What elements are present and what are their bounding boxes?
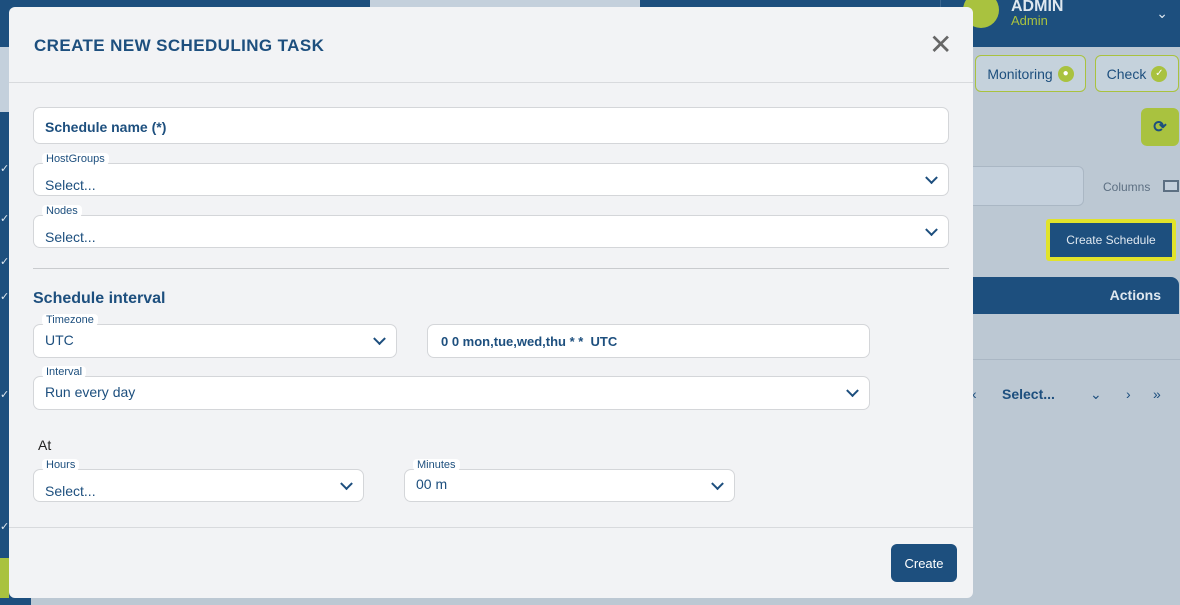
monitoring-button[interactable]: Monitoring ●: [975, 55, 1086, 92]
nodes-label: Nodes: [42, 205, 82, 217]
check-icon: ✓: [0, 163, 10, 175]
create-button[interactable]: Create: [891, 544, 957, 582]
chevron-down-icon[interactable]: ⌄: [1090, 386, 1102, 403]
check-button[interactable]: Check ✓: [1095, 55, 1179, 92]
timezone-select[interactable]: Timezone UTC: [33, 314, 397, 358]
create-schedule-highlight: Create Schedule: [1046, 219, 1176, 261]
next-page-icon[interactable]: ›: [1126, 386, 1131, 402]
refresh-button[interactable]: ⟳: [1141, 108, 1179, 146]
timezone-value: UTC: [45, 332, 74, 348]
chevron-down-icon: [846, 384, 859, 398]
cron-expression-field: 0 0 mon,tue,wed,thu * * UTC: [427, 324, 870, 358]
check-icon: ✓: [0, 256, 10, 268]
chevron-down-icon: [373, 332, 386, 346]
actions-header: Actions: [960, 277, 1179, 314]
check-icon: ✓: [0, 213, 10, 225]
divider: [9, 82, 973, 83]
check-icon: ✓: [0, 521, 10, 533]
interval-select[interactable]: Interval Run every day: [33, 366, 870, 410]
chevron-down-icon[interactable]: ⌄: [1156, 5, 1168, 22]
page-size-select[interactable]: Select...: [1002, 386, 1055, 402]
minutes-select[interactable]: Minutes 00 m: [404, 459, 735, 502]
chevron-down-icon: [340, 476, 353, 490]
user-role: Admin: [1011, 13, 1048, 28]
interval-label: Interval: [42, 366, 87, 378]
columns-label[interactable]: Columns: [1103, 180, 1150, 194]
chevron-down-icon: [925, 170, 938, 184]
sidebar-active-item[interactable]: [0, 558, 9, 598]
check-icon: ✓: [0, 291, 10, 303]
hours-value: Select...: [45, 483, 96, 499]
close-icon[interactable]: ✕: [929, 31, 952, 59]
at-label: At: [38, 437, 52, 453]
section-title: Schedule interval: [33, 290, 166, 307]
chevron-down-icon: [711, 476, 724, 490]
minutes-value: 00 m: [416, 476, 448, 492]
create-schedule-modal: CREATE NEW SCHEDULING TASK ✕ Schedule na…: [9, 7, 973, 598]
modal-title: CREATE NEW SCHEDULING TASK: [34, 36, 325, 55]
hostgroups-select[interactable]: HostGroups Select...: [33, 153, 949, 196]
divider: [33, 268, 949, 269]
hostgroups-label: HostGroups: [42, 153, 109, 165]
eye-icon: ●: [1057, 65, 1074, 82]
hours-label: Hours: [42, 459, 80, 471]
check-label: Check: [1106, 65, 1147, 82]
check-icon: ✓: [0, 389, 10, 401]
hostgroups-value: Select...: [45, 177, 96, 193]
user-menu[interactable]: ADMIN Admin ⌄: [940, 0, 1180, 47]
columns-icon[interactable]: [1163, 180, 1179, 192]
last-page-icon[interactable]: »: [1153, 386, 1161, 402]
timezone-label: Timezone: [42, 314, 98, 326]
minutes-label: Minutes: [413, 459, 460, 471]
divider: [9, 527, 973, 528]
nodes-select[interactable]: Nodes Select...: [33, 205, 949, 248]
interval-value: Run every day: [45, 384, 136, 400]
cron-expression: 0 0 mon,tue,wed,thu * * UTC: [441, 334, 618, 349]
hours-select[interactable]: Hours Select...: [33, 459, 364, 502]
pagination: ‹ Select... ⌄ › »: [960, 377, 1180, 411]
check-circle-icon: ✓: [1151, 65, 1168, 82]
schedule-name-placeholder: Schedule name (*): [45, 119, 167, 135]
filter-input[interactable]: [960, 166, 1084, 206]
nodes-value: Select...: [45, 229, 96, 245]
create-schedule-button[interactable]: Create Schedule: [1050, 223, 1172, 257]
chevron-down-icon: [925, 222, 938, 236]
schedule-name-input[interactable]: Schedule name (*): [33, 107, 949, 144]
sidebar-header: [0, 47, 9, 112]
monitoring-label: Monitoring: [987, 65, 1053, 82]
refresh-icon: ⟳: [1153, 119, 1167, 136]
divider: [960, 359, 1180, 360]
